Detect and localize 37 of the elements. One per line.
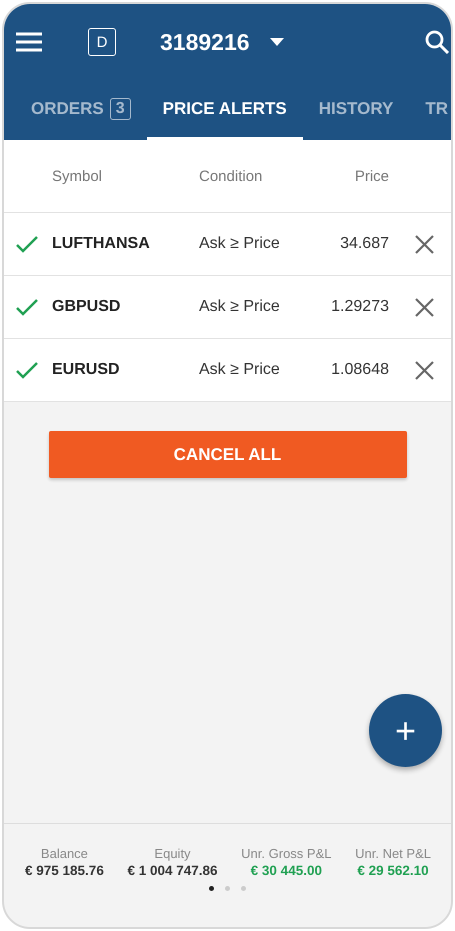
- symbol-text: EURUSD: [52, 361, 121, 379]
- count-badge: 3: [110, 98, 131, 120]
- column-header: Condition: [199, 168, 264, 184]
- stat-label: Unr. Net P&L: [355, 846, 431, 861]
- tab[interactable]: HISTORY: [302, 80, 410, 140]
- condition-text: Ask ≥ Price: [199, 298, 281, 316]
- cancel-all-button[interactable]: CANCEL ALL: [48, 431, 406, 478]
- price-text: 34.687: [339, 235, 389, 253]
- add-button[interactable]: +: [369, 694, 442, 767]
- stat-value: € 975 185.76: [25, 863, 104, 878]
- stat-label: Balance: [40, 846, 88, 861]
- price-text: 1.29273: [330, 298, 389, 316]
- menu-icon[interactable]: [16, 32, 42, 52]
- stat-value: € 1 004 747.86: [127, 863, 218, 878]
- condition-text: Ask ≥ Price: [199, 361, 281, 379]
- stat-label: Equity: [154, 846, 191, 861]
- search-icon[interactable]: [425, 30, 449, 54]
- tab[interactable]: TR: [409, 80, 451, 140]
- page-dot[interactable]: [209, 886, 214, 891]
- stat-label: Unr. Gross P&L: [241, 846, 332, 861]
- close-icon[interactable]: [415, 234, 434, 254]
- close-icon[interactable]: [415, 298, 434, 316]
- column-header: Symbol: [52, 168, 104, 184]
- page-dot[interactable]: [225, 886, 230, 891]
- tab[interactable]: ORDERS 3: [4, 80, 147, 140]
- close-icon[interactable]: [415, 360, 434, 380]
- account-number[interactable]: 3189216: [160, 28, 250, 56]
- column-header: Price: [354, 168, 389, 184]
- page-dot[interactable]: [241, 886, 246, 891]
- account-badge: D: [88, 28, 116, 56]
- symbol-text: GBPUSD: [52, 298, 122, 316]
- stat-value: € 29 562.10: [357, 863, 429, 878]
- price-text: 1.08648: [330, 361, 389, 379]
- condition-text: Ask ≥ Price: [199, 235, 281, 253]
- stat-value: € 30 445.00: [250, 863, 322, 878]
- symbol-text: LUFTHANSA: [52, 235, 151, 253]
- caret-icon[interactable]: [270, 38, 284, 46]
